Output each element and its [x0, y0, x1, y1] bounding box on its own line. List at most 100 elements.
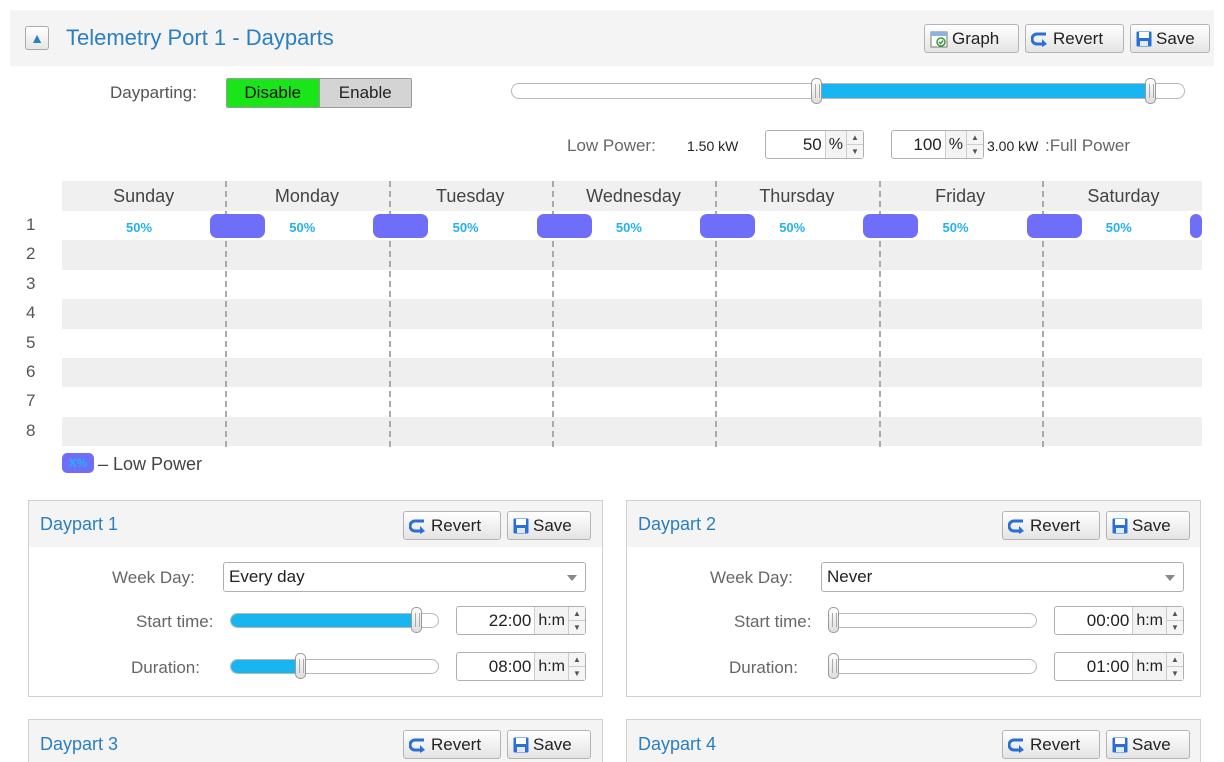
- spinner-arrows[interactable]: ▲ ▼: [568, 607, 585, 634]
- spinner-arrows[interactable]: ▲ ▼: [1166, 653, 1183, 680]
- day-header: Wednesday: [586, 186, 681, 206]
- spinner-arrows[interactable]: ▲ ▼: [846, 131, 863, 158]
- floppy-disk-icon: [513, 737, 529, 753]
- chevron-up-icon[interactable]: ▲: [25, 26, 49, 50]
- disable-option[interactable]: Disable: [227, 79, 319, 107]
- daypart-2-start-input[interactable]: 00:00 h:m ▲ ▼: [1054, 606, 1184, 635]
- low-power-block[interactable]: [1026, 214, 1082, 238]
- weekday-label: Week Day:: [710, 568, 793, 587]
- daypart-3-revert-button[interactable]: Revert: [403, 730, 501, 759]
- day-header: Saturday: [1087, 186, 1160, 206]
- low-power-block[interactable]: [863, 214, 919, 238]
- spinner-arrows[interactable]: ▲ ▼: [1166, 607, 1183, 634]
- full-power-percent-value: 100: [913, 134, 942, 154]
- slider-handle[interactable]: [828, 653, 839, 679]
- row-number: 5: [26, 332, 36, 352]
- floppy-disk-icon: [1112, 518, 1128, 534]
- daypart-2-weekday-select[interactable]: Never: [821, 562, 1184, 592]
- daypart-3-title: Daypart 3: [40, 734, 119, 754]
- enable-option[interactable]: Enable: [318, 79, 411, 107]
- revert-icon: [409, 737, 427, 753]
- row-number: 1: [26, 215, 36, 234]
- slider-handle[interactable]: [295, 653, 306, 679]
- weekday-value: Every day: [229, 567, 305, 586]
- graph-label: Graph: [952, 28, 1000, 48]
- daypart-1-save-button[interactable]: Save: [507, 511, 591, 540]
- slider-track[interactable]: [828, 659, 1037, 674]
- spinner-arrows[interactable]: ▲ ▼: [966, 131, 983, 158]
- low-power-percent-label: 50%: [1105, 220, 1132, 235]
- daypart-1-weekday-select[interactable]: Every day: [223, 562, 586, 592]
- low-power-handle[interactable]: [811, 78, 822, 104]
- slider-track[interactable]: [828, 613, 1037, 628]
- chevron-down-icon: [567, 575, 577, 581]
- row-number: 7: [26, 391, 36, 411]
- day-header: Monday: [274, 186, 339, 206]
- low-power-percent-label: 50%: [452, 220, 479, 235]
- percent-unit: %: [824, 131, 846, 158]
- floppy-disk-icon: [1112, 737, 1128, 753]
- revert-icon: [409, 518, 427, 534]
- daypart-1-revert-button[interactable]: Revert: [403, 511, 501, 540]
- save-label: Save: [1156, 28, 1195, 48]
- daypart-1-duration-input[interactable]: 08:00 h:m ▲ ▼: [456, 652, 586, 681]
- graph-button[interactable]: Graph: [924, 24, 1019, 53]
- daypart-1-title: Daypart 1: [40, 514, 119, 534]
- low-power-block[interactable]: [210, 214, 265, 238]
- row-number: 4: [26, 303, 36, 323]
- low-power-percent-label: 50%: [615, 220, 642, 235]
- low-power-kw: 1.50 kW: [687, 138, 739, 154]
- daypart-2-revert-button[interactable]: Revert: [1002, 511, 1100, 540]
- start-time-label: Start time:: [136, 612, 214, 631]
- slider-handle[interactable]: [828, 607, 839, 633]
- low-power-percent-label: 50%: [942, 220, 969, 235]
- row-number: 2: [26, 244, 36, 264]
- full-power-kw: 3.00 kW: [987, 138, 1039, 154]
- revert-label: Revert: [431, 734, 482, 754]
- low-power-percent-label: 50%: [779, 220, 806, 235]
- revert-label: Revert: [1030, 734, 1081, 754]
- save-label: Save: [533, 734, 572, 754]
- revert-button[interactable]: Revert: [1025, 24, 1124, 53]
- daypart-4-save-button[interactable]: Save: [1106, 730, 1190, 759]
- daypart-2-save-button[interactable]: Save: [1106, 511, 1190, 540]
- schedule-row: [62, 416, 1202, 447]
- time-unit: h:m: [1132, 607, 1166, 634]
- schedule-row: [62, 358, 1202, 388]
- daypart-2-duration-input[interactable]: 01:00 h:m ▲ ▼: [1054, 652, 1184, 681]
- daypart-3-save-button[interactable]: Save: [507, 730, 591, 759]
- save-button[interactable]: Save: [1130, 24, 1210, 53]
- schedule-row: [62, 387, 1202, 417]
- duration-value: 01:00: [1086, 656, 1130, 676]
- low-power-percent-label: 50%: [126, 220, 153, 235]
- percent-unit: %: [944, 131, 966, 158]
- daypart-1-start-input[interactable]: 22:00 h:m ▲ ▼: [456, 606, 586, 635]
- duration-value: 08:00: [488, 656, 532, 676]
- time-unit: h:m: [534, 653, 568, 680]
- row-number: 3: [26, 273, 36, 293]
- revert-label: Revert: [1030, 515, 1081, 535]
- full-power-handle[interactable]: [1145, 78, 1156, 104]
- low-power-percent-label: 50%: [289, 220, 316, 235]
- low-power-percent-input[interactable]: 50 % ▲ ▼: [765, 130, 864, 159]
- duration-label: Duration:: [729, 658, 798, 677]
- schedule-row: [62, 240, 1202, 270]
- low-power-block[interactable]: [373, 214, 429, 238]
- day-header: Friday: [935, 186, 986, 206]
- full-power-percent-input[interactable]: 100 % ▲ ▼: [891, 130, 984, 159]
- calendar-graph-icon: [930, 30, 948, 48]
- low-power-block[interactable]: [699, 214, 755, 238]
- low-power-block[interactable]: [536, 214, 592, 238]
- revert-label: Revert: [431, 515, 482, 535]
- spinner-arrows[interactable]: ▲ ▼: [568, 653, 585, 680]
- revert-label: Revert: [1053, 28, 1104, 48]
- low-power-label: Low Power:: [567, 136, 656, 155]
- time-unit: h:m: [534, 607, 568, 634]
- dayparting-toggle[interactable]: Disable Enable: [226, 78, 412, 108]
- save-label: Save: [533, 515, 572, 535]
- low-power-block[interactable]: [1189, 214, 1202, 238]
- slider-handle[interactable]: [411, 607, 422, 633]
- weekday-value: Never: [827, 567, 873, 586]
- save-label: Save: [1132, 734, 1171, 754]
- daypart-4-revert-button[interactable]: Revert: [1002, 730, 1100, 759]
